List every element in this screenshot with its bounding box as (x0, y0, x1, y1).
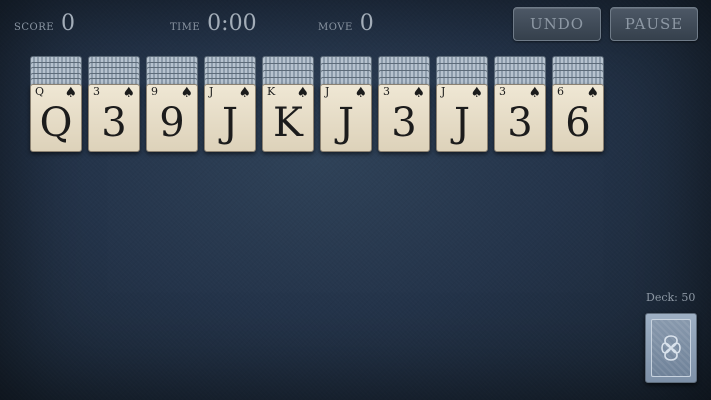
score-display: SCORE 0 (14, 11, 75, 36)
face-up-card[interactable]: J ♠ J (436, 84, 488, 152)
hud-bar: SCORE 0 TIME 0:00 MOVE 0 UNDO PAUSE (0, 0, 711, 46)
face-up-card[interactable]: 3 ♠ 3 (378, 84, 430, 152)
undo-button[interactable]: UNDO (513, 7, 601, 41)
deck-count-label: Deck: 50 (646, 291, 696, 304)
card-rank-corner: 3 (383, 85, 390, 98)
card-rank-large: 3 (391, 100, 417, 146)
face-up-card[interactable]: 3 ♠ 3 (494, 84, 546, 152)
card-rank-large: Q (39, 100, 73, 146)
face-up-card[interactable]: 3 ♠ 3 (88, 84, 140, 152)
card-rank-large: K (273, 100, 303, 146)
move-value: 0 (359, 11, 374, 36)
celtic-knot-icon (661, 335, 681, 361)
card-rank-large: J (221, 100, 239, 146)
move-label: MOVE (318, 22, 353, 33)
score-value: 0 (61, 11, 76, 36)
face-up-card[interactable]: K ♠ K (262, 84, 314, 152)
face-up-card[interactable]: 6 ♠ 6 (552, 84, 604, 152)
score-label: SCORE (14, 22, 55, 33)
card-rank-large: 3 (101, 100, 127, 146)
card-rank-large: J (337, 100, 355, 146)
face-up-card[interactable]: J ♠ J (204, 84, 256, 152)
card-rank-large: 3 (507, 100, 533, 146)
stock-pile[interactable] (645, 313, 699, 385)
card-rank-large: J (453, 100, 471, 146)
card-rank-corner: 9 (151, 85, 158, 98)
face-up-card[interactable]: Q ♠ Q (30, 84, 82, 152)
face-up-card[interactable]: J ♠ J (320, 84, 372, 152)
card-rank-corner: Q (35, 85, 45, 98)
card-rank-corner: J (209, 85, 214, 98)
pause-button[interactable]: PAUSE (610, 7, 698, 41)
card-rank-corner: J (325, 85, 330, 98)
card-rank-corner: 3 (499, 85, 506, 98)
face-up-card[interactable]: 9 ♠ 9 (146, 84, 198, 152)
card-back-pattern (651, 319, 691, 377)
time-value: 0:00 (207, 11, 257, 36)
card-rank-large: 6 (565, 100, 591, 146)
stock-card-back[interactable] (645, 313, 697, 383)
card-rank-large: 9 (159, 100, 185, 146)
time-display: TIME 0:00 (170, 11, 257, 36)
time-label: TIME (170, 22, 201, 33)
move-display: MOVE 0 (318, 11, 374, 36)
card-rank-corner: K (267, 85, 276, 98)
card-rank-corner: 6 (557, 85, 564, 98)
card-rank-corner: J (441, 85, 446, 98)
card-rank-corner: 3 (93, 85, 100, 98)
